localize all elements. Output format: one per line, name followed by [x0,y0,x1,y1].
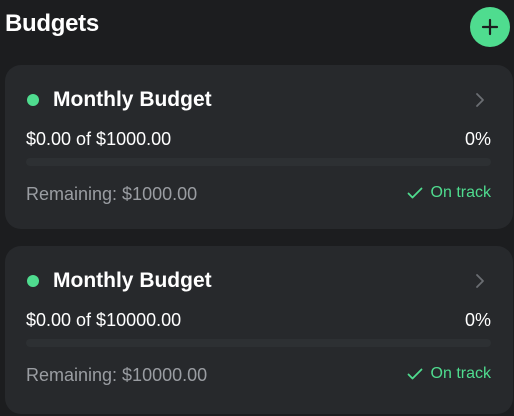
budget-percent: 0% [464,129,491,149]
page-title: Budgets [5,10,99,37]
budget-amount: $0.00 of $1000.00 [26,129,172,149]
budget-percent: 0% [464,310,491,330]
check-icon [407,187,422,199]
budget-name: Monthly Budget [53,269,212,292]
status-label: On track [407,184,491,202]
progress-bar [26,158,491,166]
budget-amount: $0.00 of $10000.00 [26,310,182,330]
status-label: On track [407,365,491,383]
header: Budgets [0,0,514,56]
chevron-right-icon [476,274,484,288]
progress-bar [26,339,491,347]
budget-card[interactable]: Monthly Budget $0.00 of $1000.00 0% Rema… [5,65,513,229]
status-dot [27,94,39,106]
budget-remaining: Remaining: $1000.00 [26,184,198,204]
budget-card[interactable]: Monthly Budget $0.00 of $10000.00 0% Rem… [5,246,513,414]
chevron-right-icon [476,93,484,107]
status-text: On track [430,365,491,382]
status-text: On track [430,184,491,201]
add-budget-button[interactable] [470,7,510,47]
check-icon [407,368,422,380]
status-dot [27,275,39,287]
plus-icon [481,18,499,36]
budget-name: Monthly Budget [53,88,212,111]
budget-remaining: Remaining: $10000.00 [26,365,208,385]
